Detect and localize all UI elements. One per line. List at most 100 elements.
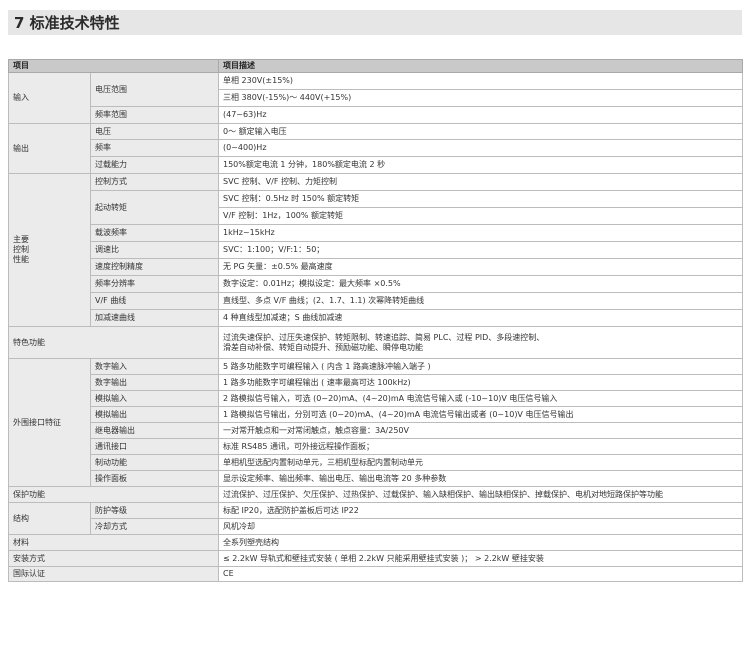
sub-panel: 操作面板: [90, 470, 219, 487]
table-row: 材料 全系列塑壳结构: [8, 534, 743, 551]
sub-vf-curve: V/F 曲线: [90, 292, 219, 310]
sub-analog-in: 模拟输入: [90, 390, 219, 407]
table-row: 通讯接口 标准 RS485 通讯，可外接远程操作面板；: [9, 438, 743, 455]
value-comm: 标准 RS485 通讯，可外接远程操作面板；: [218, 438, 743, 455]
value-speed-ratio: SVC：1:100；V/F:1：50；: [218, 241, 743, 259]
sub-voltage-range: 电压范围: [90, 72, 219, 107]
value-cert: CE: [218, 566, 743, 582]
category-control-line-2: 控制: [13, 245, 29, 254]
sub-control-mode: 控制方式: [90, 173, 219, 191]
sub-frequency-range: 频率范围: [90, 106, 219, 124]
sub-cooling: 冷却方式: [90, 518, 219, 535]
sub-braking: 制动功能: [90, 454, 219, 471]
table-row: 起动转矩 SVC 控制：0.5Hz 时 150% 额定转矩: [9, 190, 743, 225]
spec-table: 项目 项目描述 输入 电压范围 单相 230V(±15%) 三相 380V(-1…: [8, 59, 743, 582]
value-voltage-range-1: 单相 230V(±15%): [218, 72, 743, 90]
sub-speed-accuracy: 速度控制精度: [90, 258, 219, 276]
category-cert: 国际认证: [8, 566, 219, 582]
value-cooling: 风机冷却: [218, 518, 743, 535]
value-ip: 标配 IP20，选配防护盖板后可达 IP22: [218, 502, 743, 519]
value-features-line-2: 滑差自动补偿、转矩自动提升、预励磁功能、瞬停电功能: [223, 342, 423, 352]
table-row: 国际认证 CE: [8, 566, 743, 582]
table-header-row: 项目 项目描述: [8, 59, 743, 73]
table-row: 操作面板 显示设定频率、输出频率、输出电压、输出电流等 20 多种参数: [9, 470, 743, 487]
table-row: 输入 电压范围 单相 230V(±15%): [8, 72, 743, 124]
category-install: 安装方式: [8, 550, 219, 567]
value-speed-accuracy: 无 PG 矢量：±0.5% 最高速度: [218, 258, 743, 276]
value-voltage-range-2: 三相 380V(-15%)～ 440V(+15%): [218, 89, 743, 107]
value-carrier: 1kHz~15kHz: [218, 224, 743, 242]
category-material: 材料: [8, 534, 219, 551]
table-row: 特色功能 过流失速保护、过压失速保护、转矩限制、转速追踪、简易 PLC、过程 P…: [8, 326, 743, 359]
category-control-line-3: 性能: [13, 255, 29, 264]
sub-carrier: 载波频率: [90, 224, 219, 242]
value-protection: 过流保护、过压保护、欠压保护、过热保护、过载保护、输入缺相保护、输出缺相保护、掉…: [218, 486, 743, 503]
table-row: 载波频率 1kHz~15kHz: [9, 224, 743, 242]
sub-output-voltage: 电压: [90, 123, 219, 140]
sub-overload: 过载能力: [90, 156, 219, 174]
section-title-bar: 7 标准技术特性: [8, 10, 742, 35]
value-analog-out: 1 路模拟信号输出，分别可选 (0~20)mA、(4~20)mA 电流信号输出或…: [218, 406, 743, 423]
sub-accel-curve: 加减速曲线: [90, 309, 219, 327]
value-features-line-1: 过流失速保护、过压失速保护、转矩限制、转速追踪、简易 PLC、过程 PID、多段…: [223, 332, 545, 342]
value-analog-in: 2 路模拟信号输入，可选 (0~20)mA、(4~20)mA 电流信号输入或 (…: [218, 390, 743, 407]
table-row: 调速比 SVC：1:100；V/F:1：50；: [9, 241, 743, 259]
value-panel: 显示设定频率、输出频率、输出电压、输出电流等 20 多种参数: [218, 470, 743, 487]
table-row: 保护功能 过流保护、过压保护、欠压保护、过热保护、过载保护、输入缺相保护、输出缺…: [8, 486, 743, 503]
value-braking: 单相机型选配内置制动单元，三相机型标配内置制动单元: [218, 454, 743, 471]
table-row: 冷却方式 风机冷却: [9, 518, 743, 535]
category-features: 特色功能: [8, 326, 219, 359]
sub-comm: 通讯接口: [90, 438, 219, 455]
header-description: 项目描述: [218, 59, 743, 73]
header-item: 项目: [8, 59, 219, 73]
table-row: 继电器输出 一对常开触点和一对常闭触点，触点容量：3A/250V: [9, 422, 743, 439]
table-row: 结构 防护等级 标配 IP20，选配防护盖板后可达 IP22: [8, 502, 743, 535]
section-title: 7 标准技术特性: [14, 14, 120, 32]
table-row: 制动功能 单相机型选配内置制动单元，三相机型标配内置制动单元: [9, 454, 743, 471]
category-control: 主要 控制 性能: [8, 173, 91, 327]
value-output-voltage: 0～ 额定输入电压: [218, 123, 743, 140]
category-structure: 结构: [8, 502, 91, 535]
category-control-line-1: 主要: [13, 235, 29, 244]
table-row: 过载能力 150%额定电流 1 分钟，180%额定电流 2 秒: [9, 156, 743, 174]
table-row: 主要 控制 性能 控制方式 SVC 控制、V/F 控制、力矩控制: [8, 173, 743, 327]
category-io: 外围接口特征: [8, 358, 91, 487]
sub-relay-out: 继电器输出: [90, 422, 219, 439]
category-output: 输出: [8, 123, 91, 174]
table-row: 输出 电压 0～ 额定输入电压: [8, 123, 743, 174]
sub-freq-resolution: 频率分辨率: [90, 275, 219, 293]
value-control-mode: SVC 控制、V/F 控制、力矩控制: [218, 173, 743, 191]
table-row: 频率分辨率 数字设定：0.01Hz；模拟设定：最大频率 ×0.5%: [9, 275, 743, 293]
value-start-torque-2: V/F 控制：1Hz，100% 额定转矩: [218, 207, 743, 225]
table-row: 安装方式 ≤ 2.2kW 导轨式和壁挂式安装 ( 单相 2.2kW 只能采用壁挂…: [8, 550, 743, 567]
sub-output-frequency: 频率: [90, 139, 219, 157]
value-digital-out: 1 路多功能数字可编程输出 ( 速率最高可达 100kHz): [218, 374, 743, 391]
value-overload: 150%额定电流 1 分钟，180%额定电流 2 秒: [218, 156, 743, 174]
value-relay-out: 一对常开触点和一对常闭触点，触点容量：3A/250V: [218, 422, 743, 439]
table-row: 模拟输出 1 路模拟信号输出，分别可选 (0~20)mA、(4~20)mA 电流…: [9, 406, 743, 423]
value-frequency-range: (47~63)Hz: [218, 106, 743, 124]
table-row: V/F 曲线 直线型、多点 V/F 曲线；(2、1.7、1.1) 次幂降转矩曲线: [9, 292, 743, 310]
category-input: 输入: [8, 72, 91, 124]
table-row: 加减速曲线 4 种直线型加减速；S 曲线加减速: [9, 309, 743, 327]
value-features: 过流失速保护、过压失速保护、转矩限制、转速追踪、简易 PLC、过程 PID、多段…: [218, 326, 743, 359]
sub-ip: 防护等级: [90, 502, 219, 519]
value-start-torque-1: SVC 控制：0.5Hz 时 150% 额定转矩: [218, 190, 743, 208]
value-accel-curve: 4 种直线型加减速；S 曲线加减速: [218, 309, 743, 327]
value-digital-in: 5 路多功能数字可编程输入 ( 内含 1 路高速脉冲输入端子 ): [218, 358, 743, 375]
table-row: 频率 (0~400)Hz: [9, 139, 743, 157]
value-freq-resolution: 数字设定：0.01Hz；模拟设定：最大频率 ×0.5%: [218, 275, 743, 293]
table-row: 频率范围 (47~63)Hz: [9, 106, 743, 124]
table-row: 速度控制精度 无 PG 矢量：±0.5% 最高速度: [9, 258, 743, 276]
sub-start-torque: 起动转矩: [90, 190, 219, 225]
table-row: 模拟输入 2 路模拟信号输入，可选 (0~20)mA、(4~20)mA 电流信号…: [9, 390, 743, 407]
table-row: 数字输出 1 路多功能数字可编程输出 ( 速率最高可达 100kHz): [9, 374, 743, 391]
value-material: 全系列塑壳结构: [218, 534, 743, 551]
sub-analog-out: 模拟输出: [90, 406, 219, 423]
sub-digital-in: 数字输入: [90, 358, 219, 375]
sub-digital-out: 数字输出: [90, 374, 219, 391]
category-protection: 保护功能: [8, 486, 219, 503]
sub-speed-ratio: 调速比: [90, 241, 219, 259]
value-vf-curve: 直线型、多点 V/F 曲线；(2、1.7、1.1) 次幂降转矩曲线: [218, 292, 743, 310]
value-output-frequency: (0~400)Hz: [218, 139, 743, 157]
